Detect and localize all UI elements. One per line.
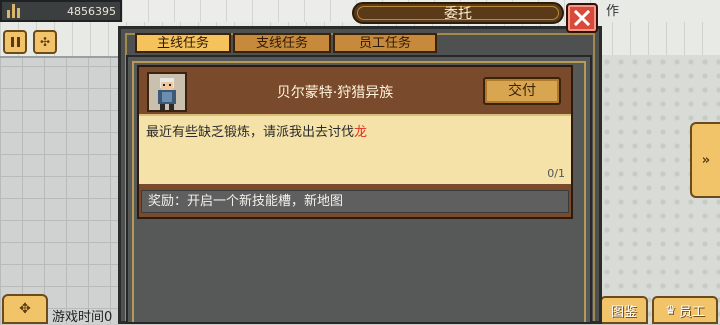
tab-staff-quests[interactable]: 员工任务 [333, 33, 437, 53]
double-chevron-right-icon: » [701, 152, 711, 168]
speed-button[interactable]: ✣ [33, 30, 57, 54]
submit-button[interactable]: 交付 [483, 77, 561, 105]
quest-description-text: 最近有些缺乏锻炼，请派我出去讨伐 [146, 125, 355, 140]
money-value: 4856395 [67, 4, 116, 18]
quest-description: 最近有些缺乏锻炼，请派我出去讨伐龙 [146, 121, 367, 140]
quest-target-highlight: 龙 [354, 125, 368, 140]
character-avatar [147, 72, 187, 112]
tab-side-quests[interactable]: 支线任务 [233, 33, 331, 53]
quest-tabs: 主线任务 支线任务 员工任务 [135, 33, 437, 53]
close-button[interactable] [566, 3, 598, 33]
tab-main-quests[interactable]: 主线任务 [135, 33, 231, 53]
staff-label: 员工 [678, 304, 705, 320]
quest-reward: 奖励：开启一个新技能槽，新地图 [141, 190, 569, 213]
dialog-title: 委托 [357, 6, 559, 22]
pause-icon [10, 37, 20, 47]
character-portrait-icon [158, 78, 176, 110]
quest-description-box: 最近有些缺乏锻炼，请派我出去讨伐龙 0/1 [139, 114, 571, 184]
speed-icon: ✣ [39, 35, 51, 49]
pause-button[interactable] [3, 30, 27, 54]
gallery-label: 图鉴 [610, 304, 637, 320]
crown-icon: ♛ [665, 303, 676, 317]
dialog-title-banner: 委托 [352, 2, 564, 24]
move-arrows-icon: ✥ [19, 301, 31, 317]
top-right-label: 作 [600, 0, 720, 22]
move-button[interactable]: ✥ [2, 294, 48, 324]
expand-side-panel-button[interactable]: » [690, 122, 720, 198]
game-time-label: 游戏时间0 [52, 310, 113, 325]
close-icon [573, 9, 591, 27]
money-bar: 4856395 [0, 0, 122, 22]
gallery-button[interactable]: 图鉴 [600, 296, 648, 324]
staff-button[interactable]: ♛ 员工 [652, 296, 718, 324]
buildings-icon [2, 2, 24, 20]
quest-progress: 0/1 [547, 167, 565, 180]
quest-title: 贝尔蒙特·狩猎异族 [276, 85, 394, 101]
